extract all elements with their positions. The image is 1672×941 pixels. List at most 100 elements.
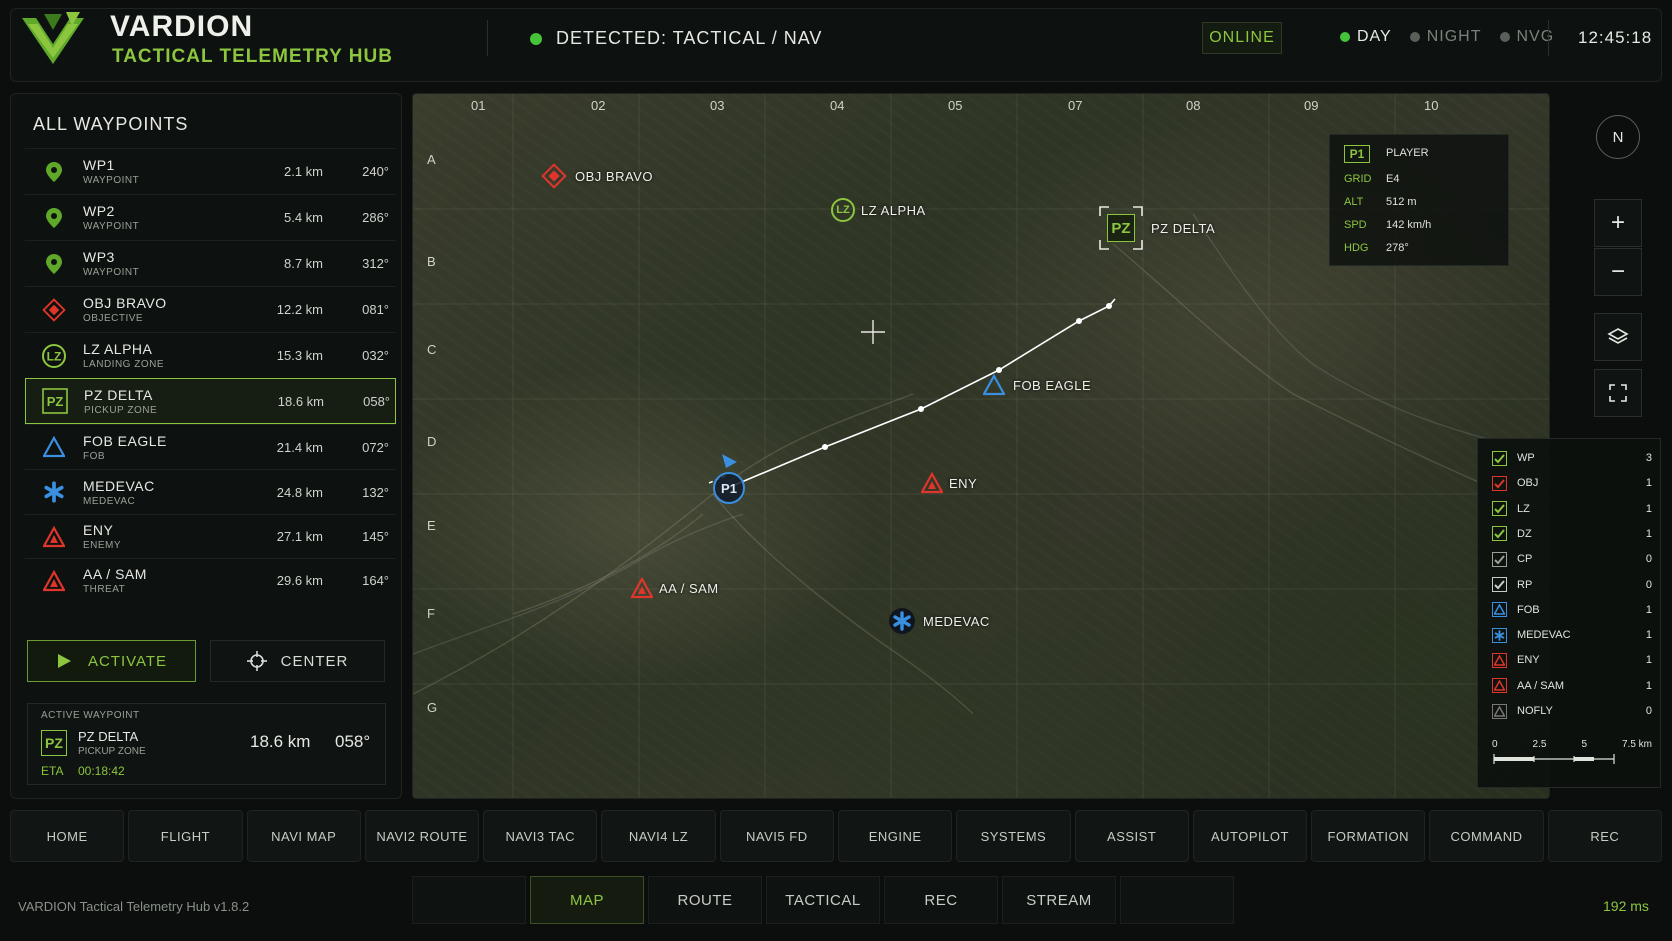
compass-north-icon[interactable]: N <box>1596 115 1640 159</box>
map-column-label: 05 <box>948 98 963 113</box>
active-waypoint-bearing: 058° <box>335 732 371 751</box>
marker-fob-eagle[interactable]: FOB EAGLE <box>983 374 1091 396</box>
nav-navi2-route[interactable]: NAVI2 ROUTE <box>364 810 480 862</box>
nav-formation[interactable]: FORMATION <box>1311 810 1426 862</box>
detected-text: DETECTED: TACTICAL / NAV <box>556 28 823 48</box>
marker-pz-delta[interactable]: PZ PZ DELTA <box>1099 206 1215 250</box>
legend-checkbox[interactable] <box>1492 551 1507 567</box>
legend-count: 1 <box>1645 603 1652 616</box>
waypoint-distance: 5.4 km <box>283 210 323 225</box>
waypoint-row[interactable]: LZ LZ ALPHA LANDING ZONE 15.3 km 032° <box>25 332 396 378</box>
waypoint-type: ENEMY <box>83 540 122 551</box>
mode-nvg[interactable]: NVG <box>1499 28 1555 46</box>
legend-checkbox[interactable] <box>1492 450 1507 466</box>
center-button[interactable]: CENTER <box>210 640 385 682</box>
marker-lz-alpha[interactable]: LZ LZ ALPHA <box>831 198 926 222</box>
active-waypoint-name: PZ DELTA <box>78 729 139 744</box>
zoom-in-button[interactable]: + <box>1594 199 1642 247</box>
legend-checkbox[interactable] <box>1492 577 1507 592</box>
nav-navi-map[interactable]: NAVI MAP <box>246 810 361 862</box>
tactical-map[interactable]: 01 02 03 04 05 07 08 09 10 A B C D E F G OBJ BRAVO LZ … <box>412 93 1550 799</box>
legend-checkbox[interactable] <box>1492 475 1507 491</box>
legend-checkbox[interactable] <box>1492 678 1507 694</box>
nav-systems[interactable]: SYSTEMS <box>956 810 1071 862</box>
tab-tactical[interactable]: TACTICAL <box>766 876 880 924</box>
nav-navi5-fd[interactable]: NAVI5 FD <box>719 810 834 862</box>
waypoint-row[interactable]: WP1 WAYPOINT 2.1 km 240° <box>25 148 396 194</box>
legend-item[interactable]: RP 0 <box>1492 574 1652 596</box>
waypoint-name: OBJ BRAVO <box>83 295 167 311</box>
latency-readout: 192 ms <box>1603 898 1649 914</box>
layers-button[interactable] <box>1594 313 1642 361</box>
waypoint-row[interactable]: MEDEVAC MEDEVAC 24.8 km 132° <box>25 469 396 514</box>
marker-obj-bravo[interactable]: OBJ BRAVO <box>541 163 653 189</box>
tab-map[interactable]: MAP <box>530 876 644 924</box>
tab-route[interactable]: ROUTE <box>648 876 762 924</box>
nav-rec[interactable]: REC <box>1547 810 1662 862</box>
marker-medevac[interactable]: MEDEVAC <box>889 608 990 634</box>
mode-day[interactable]: DAY <box>1340 28 1392 46</box>
waypoint-type: WAYPOINT <box>83 267 140 278</box>
legend-item[interactable]: CP 0 <box>1492 548 1652 570</box>
legend-item[interactable]: DZ 1 <box>1492 523 1652 545</box>
legend-item[interactable]: ENY 1 <box>1492 649 1652 671</box>
active-waypoint-card: ACTIVE WAYPOINT PZ PZ DELTA PICKUP ZONE … <box>27 703 386 785</box>
waypoint-row[interactable]: AA / SAM THREAT 29.6 km 164° <box>25 558 396 602</box>
player-badge: P1 <box>1344 145 1370 163</box>
scale-bar: 0 2.5 5 7.5 km <box>1492 739 1652 771</box>
nav-navi4-lz[interactable]: NAVI4 LZ <box>601 810 716 862</box>
legend-item[interactable]: MEDEVAC 1 <box>1492 624 1652 646</box>
marker-player[interactable]: P1 <box>713 452 747 504</box>
marker-eny[interactable]: ENY <box>921 472 977 494</box>
legend-checkbox[interactable] <box>1492 501 1507 517</box>
waypoint-row[interactable]: FOB EAGLE FOB 21.4 km 072° <box>25 424 396 469</box>
waypoint-row[interactable]: WP3 WAYPOINT 8.7 km 312° <box>25 240 396 286</box>
fullscreen-button[interactable] <box>1594 369 1642 417</box>
legend-item[interactable]: WP 3 <box>1492 447 1652 469</box>
waypoint-bearing: 132° <box>362 484 389 500</box>
waypoint-type: PICKUP ZONE <box>84 404 158 416</box>
waypoint-bearing: 081° <box>362 302 389 317</box>
zoom-out-button[interactable]: − <box>1594 248 1642 296</box>
waypoint-row[interactable]: WP2 WAYPOINT 5.4 km 286° <box>25 194 396 240</box>
nav-flight[interactable]: FLIGHT <box>128 810 243 862</box>
waypoint-distance: 8.7 km <box>283 256 323 271</box>
waypoint-row[interactable]: PZ PZ DELTA PICKUP ZONE 18.6 km 058° <box>25 378 396 424</box>
legend-count: 1 <box>1645 654 1652 667</box>
pin-icon <box>25 207 83 229</box>
tab-rec[interactable]: REC <box>884 876 998 924</box>
nav-engine[interactable]: ENGINE <box>837 810 953 862</box>
svg-text:PZ: PZ <box>47 394 64 409</box>
nav-autopilot[interactable]: AUTOPILOT <box>1192 810 1308 862</box>
waypoint-distance: 2.1 km <box>283 164 323 179</box>
activate-button[interactable]: ACTIVATE <box>27 640 196 682</box>
legend-item[interactable]: FOB 1 <box>1492 599 1652 621</box>
waypoint-row[interactable]: ENY ENEMY 27.1 km 145° <box>25 514 396 558</box>
active-waypoint-distance: 18.6 km <box>250 732 311 751</box>
legend-item[interactable]: AA / SAM 1 <box>1492 675 1652 697</box>
legend-name: CP <box>1517 553 1533 566</box>
legend-checkbox[interactable] <box>1492 652 1507 668</box>
map-column-label: 10 <box>1424 98 1439 113</box>
legend-checkbox[interactable] <box>1492 526 1507 542</box>
legend-checkbox[interactable] <box>1492 627 1507 643</box>
legend-item[interactable]: NOFLY 0 <box>1492 700 1652 722</box>
legend-count: 1 <box>1645 629 1652 642</box>
eta-value: 00:18:42 <box>78 764 125 778</box>
legend-checkbox[interactable] <box>1492 602 1507 618</box>
pin-icon <box>25 253 83 275</box>
nav-home[interactable]: HOME <box>10 810 125 862</box>
nav-navi3-tac[interactable]: NAVI3 TAC <box>483 810 598 862</box>
legend-checkbox[interactable] <box>1492 703 1507 719</box>
map-crosshair-icon <box>861 320 885 344</box>
nav-assist[interactable]: ASSIST <box>1074 810 1189 862</box>
legend-item[interactable]: OBJ 1 <box>1492 472 1652 494</box>
nav-command[interactable]: COMMAND <box>1429 810 1544 862</box>
legend-count: 1 <box>1645 502 1652 515</box>
tab-stream[interactable]: STREAM <box>1002 876 1116 924</box>
waypoint-bearing: 312° <box>362 256 389 271</box>
legend-item[interactable]: LZ 1 <box>1492 498 1652 520</box>
mode-night[interactable]: NIGHT <box>1409 28 1482 46</box>
waypoint-row[interactable]: OBJ BRAVO OBJECTIVE 12.2 km 081° <box>25 286 396 332</box>
marker-aa-sam[interactable]: AA / SAM <box>631 577 719 599</box>
